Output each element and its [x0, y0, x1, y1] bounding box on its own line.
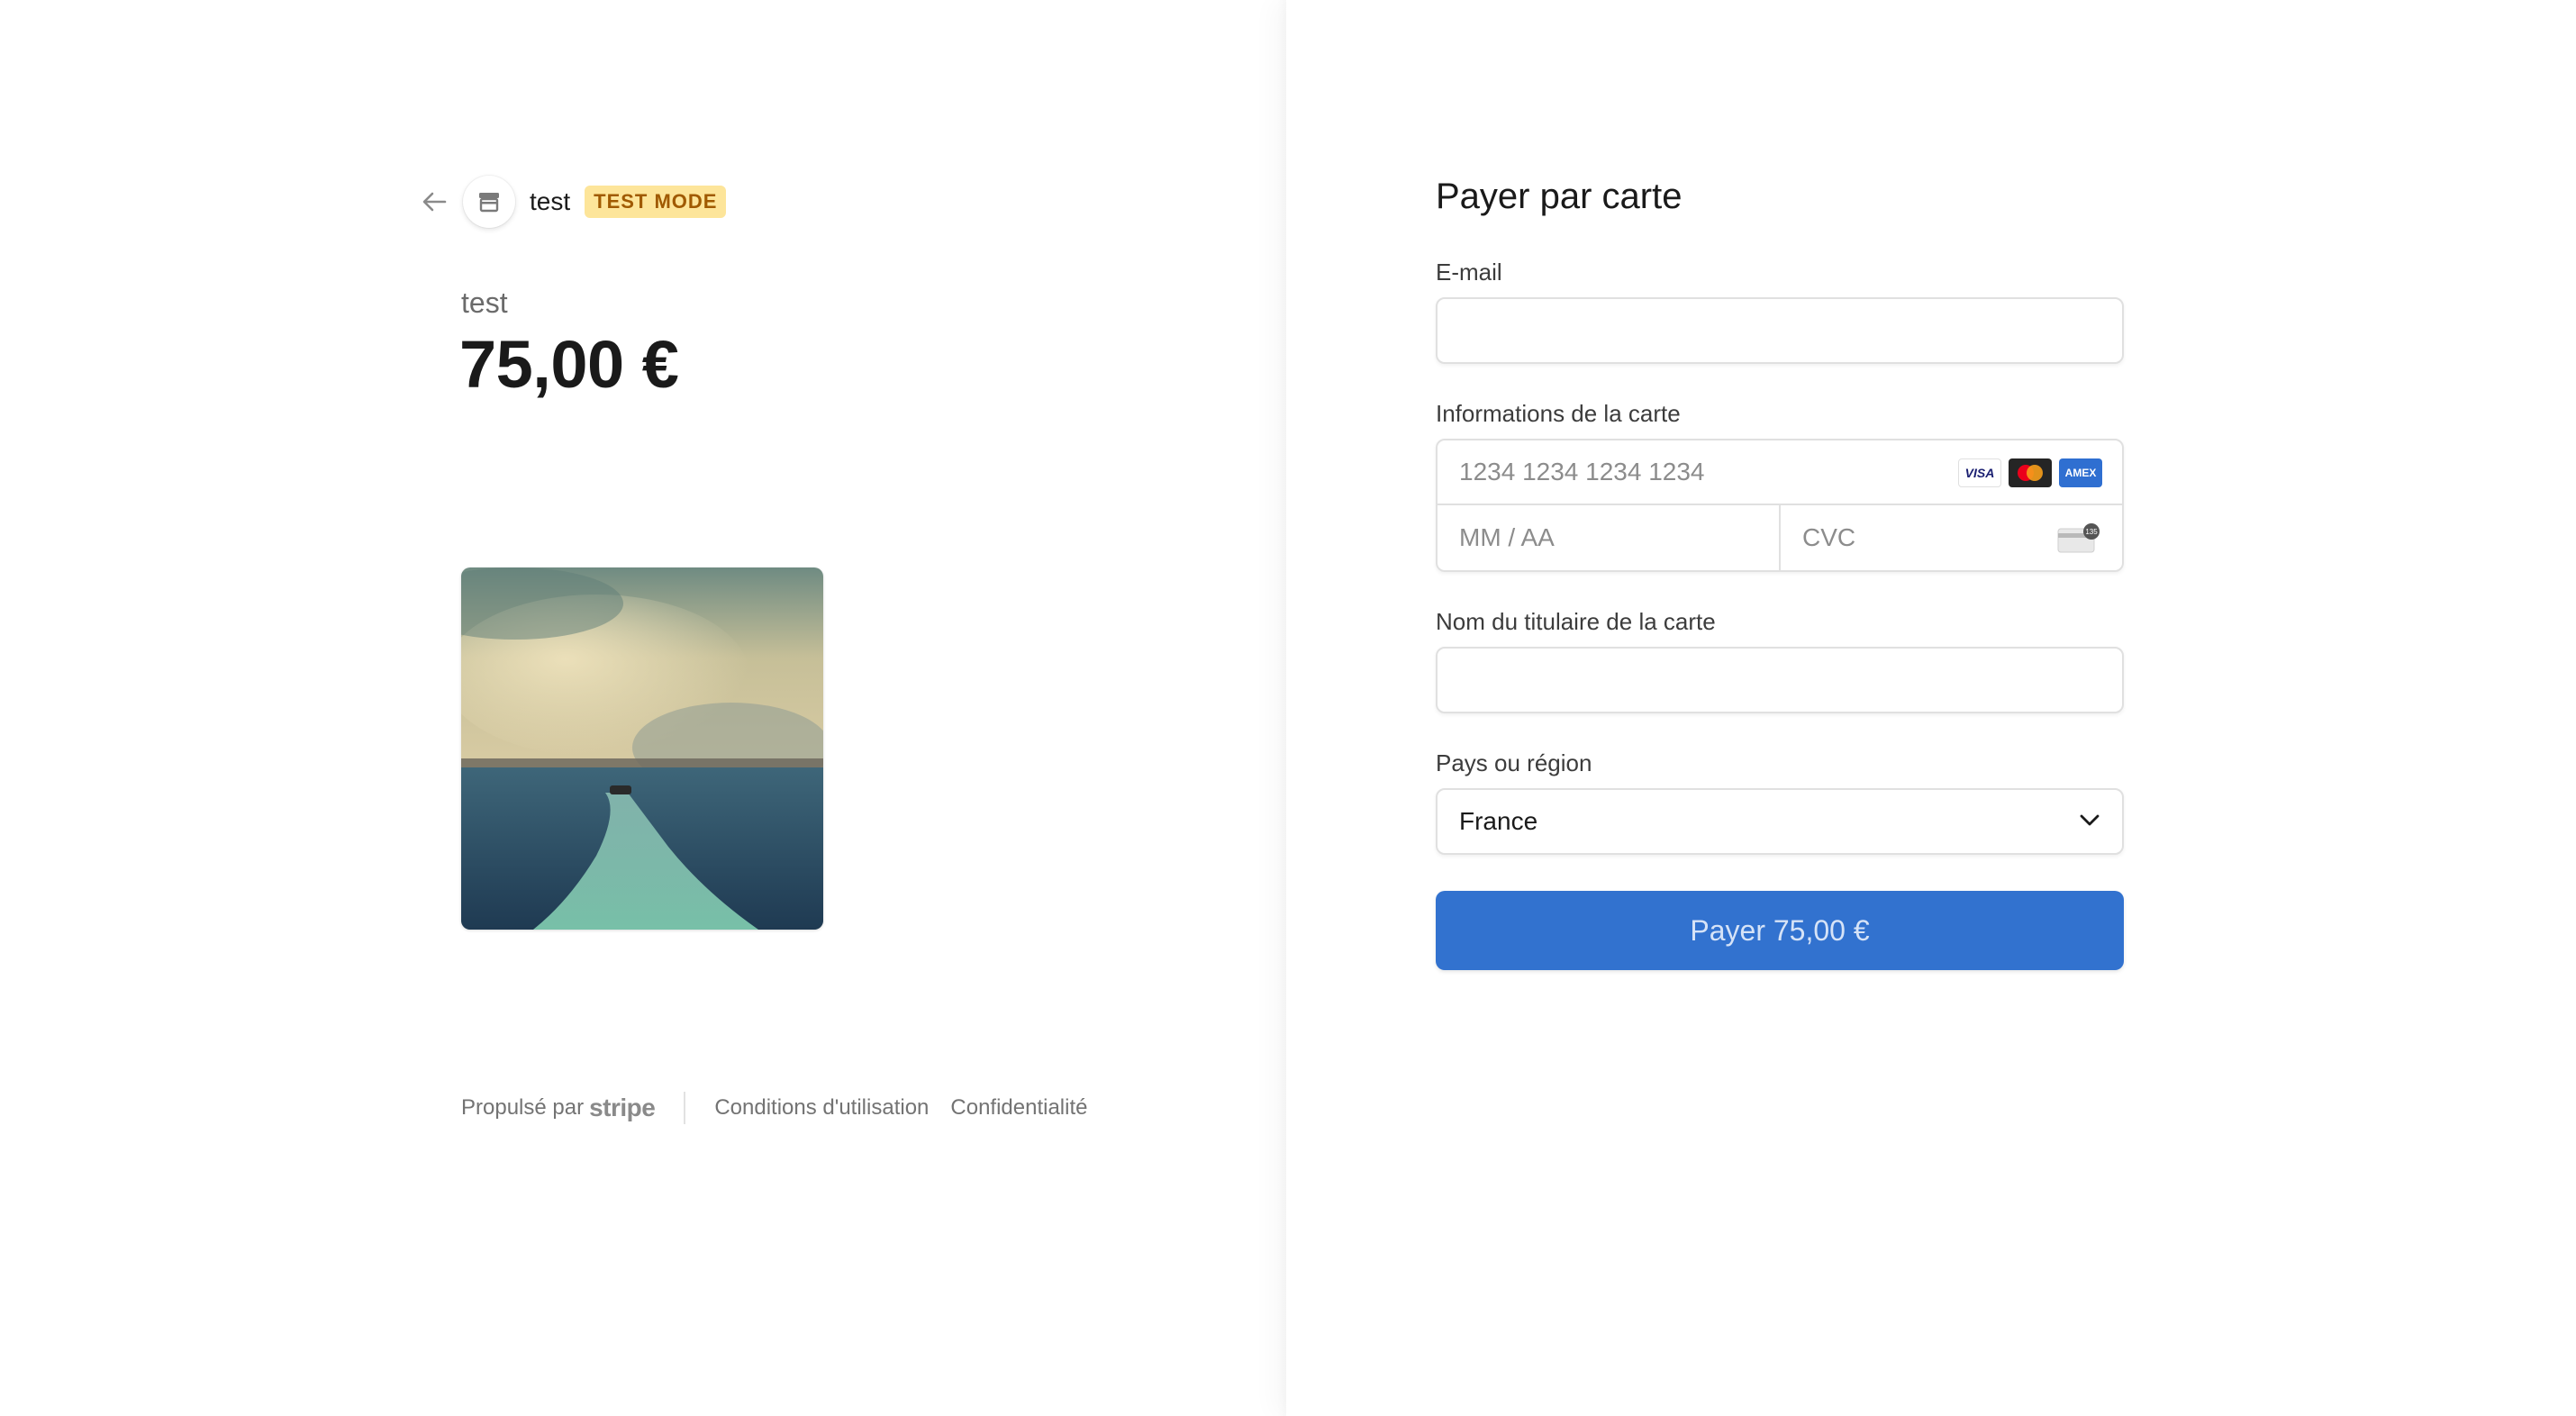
email-group: E-mail: [1436, 259, 2124, 364]
cvc-placeholder: CVC: [1802, 523, 1856, 551]
merchant-name: test: [530, 187, 571, 215]
powered-by-text: Propulsé par: [461, 1095, 585, 1120]
country-value: France: [1459, 807, 1538, 835]
card-number-field[interactable]: 1234 1234 1234 1234 VISA AMEX: [1438, 440, 2122, 505]
card-number-placeholder: 1234 1234 1234 1234: [1459, 458, 1705, 486]
cardholder-name-field[interactable]: [1436, 647, 2124, 713]
visa-icon: VISA: [1958, 458, 2001, 487]
card-expiry-cvc-row: MM / AA CVC 135: [1438, 505, 2122, 570]
cvc-card-icon: 135: [2057, 523, 2100, 558]
cvc-field[interactable]: CVC 135: [1781, 505, 2122, 570]
footer-divider: [684, 1092, 686, 1124]
store-icon: [463, 176, 515, 228]
email-label: E-mail: [1436, 259, 1502, 286]
product-name: test: [461, 286, 508, 319]
cardholder-label: Nom du titulaire de la carte: [1436, 608, 1716, 635]
card-info-box: 1234 1234 1234 1234 VISA AMEX MM / AA CV…: [1436, 439, 2124, 572]
cardholder-group: Nom du titulaire de la carte: [1436, 608, 2124, 713]
expiry-placeholder: MM / AA: [1459, 523, 1555, 551]
footer: Propulsé par stripe Conditions d'utilisa…: [461, 1092, 1110, 1124]
privacy-link[interactable]: Confidentialité: [950, 1095, 1087, 1121]
test-mode-badge: TEST MODE: [585, 186, 727, 218]
pay-button[interactable]: Payer 75,00 €: [1436, 891, 2124, 970]
chevron-down-icon: [2079, 812, 2100, 831]
country-label: Pays ou région: [1436, 749, 1592, 776]
card-brand-logos: VISA AMEX: [1958, 458, 2102, 487]
card-info-label: Informations de la carte: [1436, 400, 1681, 427]
country-group: Pays ou région France: [1436, 749, 2124, 855]
stripe-logo: stripe: [589, 1094, 656, 1121]
expiry-field[interactable]: MM / AA: [1438, 505, 1781, 570]
product-image: [461, 567, 823, 930]
country-select[interactable]: France: [1436, 788, 2124, 855]
amex-icon: AMEX: [2059, 458, 2102, 487]
form-title: Payer par carte: [1436, 177, 1683, 216]
arrow-left-icon[interactable]: [416, 184, 452, 220]
merchant-header: test TEST MODE: [416, 175, 727, 229]
mastercard-icon: [2009, 458, 2052, 487]
svg-text:135: 135: [2085, 528, 2098, 536]
payment-form: Payer par carte E-mail Informations de l…: [1436, 177, 2124, 970]
terms-link[interactable]: Conditions d'utilisation: [714, 1095, 929, 1121]
product-price: 75,00 €: [459, 327, 679, 402]
card-info-group: Informations de la carte 1234 1234 1234 …: [1436, 400, 2124, 572]
order-summary-pane: test TEST MODE test 75,00 € Propulsé par…: [0, 0, 1286, 1416]
email-field[interactable]: [1436, 297, 2124, 364]
powered-by-stripe[interactable]: Propulsé par stripe: [461, 1094, 656, 1122]
